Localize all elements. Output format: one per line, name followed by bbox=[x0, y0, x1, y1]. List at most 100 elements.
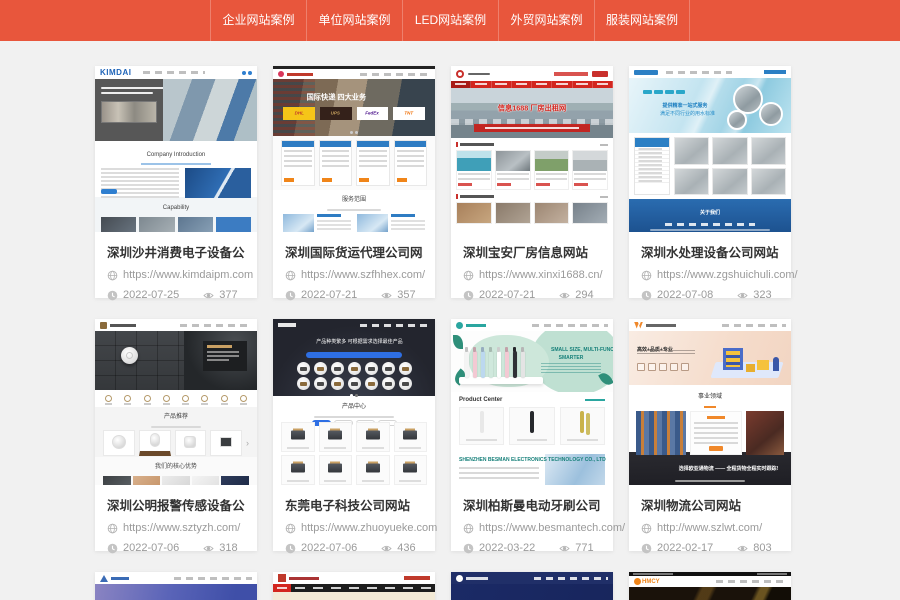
thumb-footer-slogan: 选择欧亚通物流 —— 全程货物全程实时跟踪! bbox=[679, 464, 778, 472]
case-meta-row: 2022-02-17 803 bbox=[641, 542, 779, 554]
thumb-product-item bbox=[356, 455, 390, 485]
thumb-logo-text-placeholder bbox=[466, 577, 488, 580]
case-title[interactable]: 深圳物流公司网站 bbox=[641, 495, 779, 514]
eye-icon bbox=[381, 543, 392, 554]
site-thumbnail-xinxi1688[interactable]: 信息1688 厂房出租网 bbox=[451, 66, 613, 232]
thumb-slider-dots bbox=[273, 394, 435, 397]
thumb-nav-placeholder bbox=[180, 324, 252, 327]
case-card-logistics[interactable]: 高效+品质+专业 事业领域 选择欧亚通物流 —— 全程货物全程实时跟踪! bbox=[629, 319, 791, 551]
case-url[interactable]: https://www.zgshuichuli.com/ bbox=[657, 269, 798, 281]
site-thumbnail-electronics[interactable]: 产品种类繁多 可根据需求选择最佳产品 产品中心 bbox=[273, 319, 435, 485]
thumb-product-card bbox=[509, 407, 554, 445]
case-url[interactable]: https://www.szfhhex.com/ bbox=[301, 269, 425, 281]
case-card-partial-1[interactable] bbox=[95, 572, 257, 600]
tab-apparel-cases[interactable]: 服装网站案例 bbox=[594, 0, 690, 41]
case-url[interactable]: http://www.szlwt.com/ bbox=[657, 522, 762, 534]
site-thumbnail-partial-rednav[interactable] bbox=[273, 572, 435, 600]
thumb-product-card bbox=[459, 407, 504, 445]
case-url[interactable]: https://www.besmantech.com/ bbox=[479, 522, 625, 534]
case-view-count: 803 bbox=[753, 542, 771, 554]
thumb-service-scope-section: 服务范围 bbox=[273, 190, 435, 232]
case-meta-row: 2022-07-06 318 bbox=[107, 542, 245, 554]
case-url[interactable]: https://www.zhuoyueke.com bbox=[301, 522, 437, 534]
case-title[interactable]: 深圳沙井消费电子设备公司网站 bbox=[107, 242, 245, 261]
case-view-count: 771 bbox=[575, 542, 593, 554]
thumb-advantage-tiles bbox=[95, 475, 257, 485]
case-views: 803 bbox=[737, 542, 771, 554]
thumb-logo bbox=[634, 70, 658, 75]
case-url[interactable]: https://www.sztyzh.com/ bbox=[123, 522, 240, 534]
case-url[interactable]: https://www.xinxi1688.cn/ bbox=[479, 269, 603, 281]
thumb-product-item bbox=[394, 422, 428, 452]
thumb-product-cards bbox=[459, 407, 605, 445]
case-card-xinxi1688[interactable]: 信息1688 厂房出租网 bbox=[451, 66, 613, 298]
case-card-freight[interactable]: 国际快递 四大业务 DHL UPS FedEx TNT 服务范围 bbox=[273, 66, 435, 298]
case-url-row: https://www.xinxi1688.cn/ bbox=[463, 269, 601, 281]
case-title[interactable]: 深圳水处理设备公司网站 bbox=[641, 242, 779, 261]
thumb-service-tile bbox=[283, 214, 351, 232]
thumb-hero-peach: 高效+品质+专业 bbox=[629, 331, 791, 385]
thumb-hero-title: 信息1688 厂房出租网 bbox=[474, 102, 591, 113]
case-card-partial-hmcy[interactable]: HMCY bbox=[629, 572, 791, 600]
thumb-business-text bbox=[690, 411, 741, 455]
thumb-form-card bbox=[281, 140, 315, 186]
thumb-listing-section bbox=[451, 138, 613, 190]
site-thumbnail-toothbrush[interactable]: SMALL SIZE, MULTI-FUNCTION SMARTER Produ… bbox=[451, 319, 613, 485]
site-thumbnail-kimdai[interactable]: KIMDAI Company Introduction bbox=[95, 66, 257, 232]
case-views: 318 bbox=[203, 542, 237, 554]
thumb-product-item bbox=[281, 422, 315, 452]
thumb-product-circles-row bbox=[273, 377, 435, 390]
thumb-quote-forms bbox=[273, 136, 435, 190]
case-title[interactable]: 深圳宝安厂房信息网站 bbox=[463, 242, 601, 261]
thumb-photo-strip bbox=[101, 101, 157, 123]
tab-organization-cases[interactable]: 单位网站案例 bbox=[306, 0, 402, 41]
case-title[interactable]: 深圳国际货运代理公司网站 bbox=[285, 242, 423, 261]
tab-led-cases[interactable]: LED网站案例 bbox=[402, 0, 498, 41]
thumb-company-section: SHENZHEN BESMAN ELECTRONICS TECHNOLOGY C… bbox=[451, 451, 613, 485]
thumb-slider-dots bbox=[350, 131, 358, 134]
case-card-alarm-sensor[interactable]: 产品推荐 › 我们的核心优势 深圳公明报警传感设备公司网站 https://ww… bbox=[95, 319, 257, 551]
case-meta-row: 2022-07-21 357 bbox=[285, 289, 423, 301]
site-thumbnail-freight[interactable]: 国际快递 四大业务 DHL UPS FedEx TNT 服务范围 bbox=[273, 66, 435, 232]
case-card-water-treatment[interactable]: 提供精准一站式服务 满足不同行业的用水标准 关于我们 深圳水处理设备公司网站 bbox=[629, 66, 791, 298]
case-url[interactable]: https://www.kimdaipm.com bbox=[123, 269, 253, 281]
case-views: 771 bbox=[559, 542, 593, 554]
thumb-subtitle-line bbox=[314, 416, 394, 418]
site-thumbnail-partial-navy[interactable] bbox=[451, 572, 613, 600]
case-date: 2022-07-06 bbox=[123, 542, 179, 554]
thumb-header bbox=[95, 572, 257, 584]
case-card-partial-3[interactable] bbox=[451, 572, 613, 600]
case-card-toothbrush[interactable]: SMALL SIZE, MULTI-FUNCTION SMARTER Produ… bbox=[451, 319, 613, 551]
site-thumbnail-partial-blue[interactable] bbox=[95, 572, 257, 600]
case-title[interactable]: 东莞电子科技公司网站 bbox=[285, 495, 423, 514]
thumb-section-title: 事业领域 bbox=[698, 391, 722, 400]
tab-foreign-trade-cases[interactable]: 外贸网站案例 bbox=[498, 0, 594, 41]
thumb-service-tile bbox=[357, 214, 425, 232]
thumb-product-center-section: 产品中心 bbox=[273, 396, 435, 420]
case-title[interactable]: 深圳公明报警传感设备公司网站 bbox=[107, 495, 245, 514]
site-thumbnail-water-treatment[interactable]: 提供精准一站式服务 满足不同行业的用水标准 关于我们 bbox=[629, 66, 791, 232]
case-date: 2022-07-21 bbox=[479, 289, 535, 301]
site-thumbnail-logistics[interactable]: 高效+品质+专业 事业领域 选择欧亚通物流 —— 全程货物全程实时跟踪! bbox=[629, 319, 791, 485]
tab-enterprise-cases[interactable]: 企业网站案例 bbox=[210, 0, 306, 41]
thumb-listing-item bbox=[495, 150, 531, 190]
case-card-partial-2[interactable] bbox=[273, 572, 435, 600]
thumb-company-name: SHENZHEN BESMAN ELECTRONICS TECHNOLOGY C… bbox=[459, 457, 499, 463]
thumb-info-box bbox=[203, 341, 247, 371]
thumb-hero-cityscape: 信息1688 厂房出租网 bbox=[451, 88, 613, 138]
thumb-phone-placeholder bbox=[554, 72, 588, 76]
thumb-hero-line2: 满足不同行业的用水标准 bbox=[660, 109, 710, 117]
case-card-kimdai[interactable]: KIMDAI Company Introduction bbox=[95, 66, 257, 298]
site-thumbnail-alarm-sensor[interactable]: 产品推荐 › 我们的核心优势 bbox=[95, 319, 257, 485]
case-card-electronics[interactable]: 产品种类繁多 可根据需求选择最佳产品 产品中心 bbox=[273, 319, 435, 551]
case-title[interactable]: 深圳柏斯曼电动牙刷公司网站 bbox=[463, 495, 601, 514]
globe-icon bbox=[641, 270, 652, 281]
site-thumbnail-partial-hmcy[interactable]: HMCY bbox=[629, 572, 791, 600]
thumb-toothbrush-row bbox=[465, 351, 525, 378]
case-date: 2022-07-21 bbox=[301, 289, 357, 301]
thumb-logo-text-placeholder bbox=[468, 73, 490, 75]
thumb-listing-item bbox=[456, 202, 492, 224]
clock-icon bbox=[107, 543, 118, 554]
case-info: 深圳宝安厂房信息网站 https://www.xinxi1688.cn/ 202… bbox=[451, 232, 613, 301]
globe-icon bbox=[107, 270, 118, 281]
